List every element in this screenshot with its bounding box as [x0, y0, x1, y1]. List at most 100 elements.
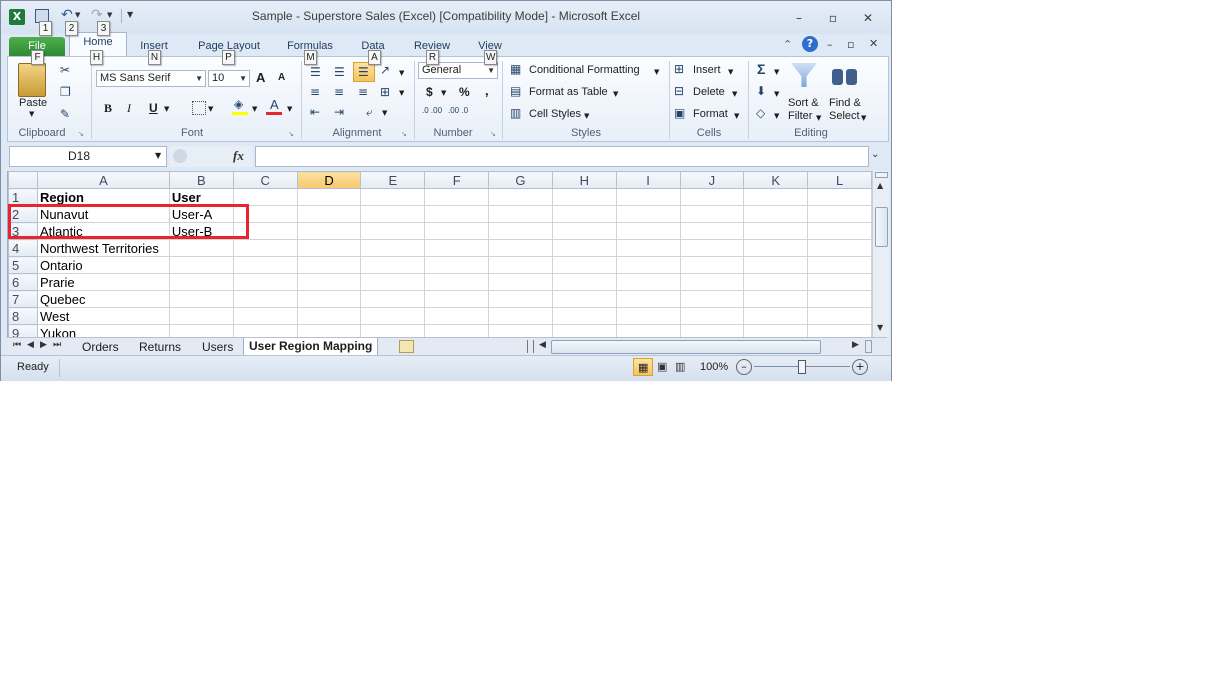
font-color-dropdown-icon[interactable]: ▼: [287, 105, 292, 113]
cell[interactable]: [424, 188, 490, 206]
cell-a1[interactable]: Region: [36, 188, 170, 206]
cell[interactable]: [807, 239, 872, 257]
zoom-out-button[interactable]: –: [736, 359, 752, 375]
underline-dropdown-icon[interactable]: ▼: [164, 105, 169, 113]
decrease-indent-icon[interactable]: ⇤: [310, 105, 320, 119]
cell[interactable]: [296, 239, 362, 257]
doc-minimize-icon[interactable]: –: [827, 38, 833, 51]
conditional-formatting-icon[interactable]: ▦: [510, 62, 521, 76]
align-middle-icon[interactable]: ☰: [334, 65, 345, 79]
orientation-icon[interactable]: ↗: [380, 63, 390, 77]
cell[interactable]: [743, 324, 809, 337]
h-split-box[interactable]: [865, 340, 872, 353]
cell[interactable]: [424, 222, 490, 240]
scroll-down-icon[interactable]: ▼: [877, 323, 883, 332]
cell[interactable]: [807, 307, 872, 325]
cell[interactable]: [551, 239, 617, 257]
bold-button[interactable]: B: [104, 101, 112, 116]
cell[interactable]: [615, 273, 681, 291]
cell-a9[interactable]: Yukon: [36, 324, 170, 337]
cell[interactable]: [488, 205, 553, 223]
cell[interactable]: [424, 307, 490, 325]
insert-sheet-icon[interactable]: [399, 340, 414, 353]
scroll-right-icon[interactable]: ▶: [852, 340, 859, 350]
cell[interactable]: [679, 273, 745, 291]
cell[interactable]: [488, 290, 553, 308]
font-size-combo[interactable]: 10 ▼: [208, 70, 250, 87]
normal-view-button[interactable]: ▦: [633, 358, 653, 376]
sort-filter-label-1[interactable]: Sort &: [788, 97, 819, 109]
number-launcher-icon[interactable]: ↘: [490, 130, 498, 138]
number-format-dropdown-icon[interactable]: ▼: [487, 63, 495, 78]
cell[interactable]: [551, 188, 617, 206]
cell[interactable]: [551, 222, 617, 240]
cell-b9[interactable]: [168, 324, 234, 337]
column-header-j[interactable]: J: [679, 171, 745, 189]
align-right-icon[interactable]: ≡: [358, 85, 368, 99]
font-color-button[interactable]: A: [270, 97, 279, 112]
sort-filter-dropdown-icon[interactable]: ▼: [816, 114, 821, 122]
horizontal-scroll-thumb[interactable]: [551, 340, 821, 354]
cell[interactable]: [360, 324, 426, 337]
cell[interactable]: [679, 324, 745, 337]
currency-dropdown-icon[interactable]: ▼: [441, 89, 446, 97]
cell[interactable]: [551, 256, 617, 274]
conditional-formatting-dropdown-icon[interactable]: ▼: [654, 68, 659, 76]
fill-dropdown-icon[interactable]: ▼: [774, 90, 779, 98]
cell[interactable]: [360, 290, 426, 308]
cell[interactable]: [424, 324, 490, 337]
cell[interactable]: [615, 205, 681, 223]
column-header-g[interactable]: G: [488, 171, 553, 189]
grow-font-button[interactable]: A: [256, 70, 265, 85]
paste-button[interactable]: Paste: [19, 97, 47, 109]
format-as-table-dropdown-icon[interactable]: ▼: [613, 90, 618, 98]
cell[interactable]: [679, 205, 745, 223]
cell[interactable]: [679, 239, 745, 257]
borders-dropdown-icon[interactable]: ▼: [208, 105, 213, 113]
find-select-dropdown-icon[interactable]: ▼: [861, 114, 866, 122]
zoom-in-button[interactable]: +: [852, 359, 868, 375]
cell[interactable]: [232, 307, 298, 325]
tab-split-handle[interactable]: [527, 340, 534, 353]
cell-styles-button[interactable]: Cell Styles: [529, 108, 581, 120]
cell[interactable]: [488, 256, 553, 274]
minimize-button[interactable]: –: [787, 9, 811, 27]
close-button[interactable]: ✕: [856, 9, 880, 27]
row-header[interactable]: 6: [8, 273, 38, 291]
autosum-button[interactable]: Σ: [757, 61, 765, 77]
copy-icon[interactable]: ❐: [60, 85, 71, 99]
cell-styles-icon[interactable]: ▥: [510, 106, 521, 120]
cell[interactable]: [743, 307, 809, 325]
name-box[interactable]: D18: [9, 146, 167, 167]
align-top-icon[interactable]: ☰: [310, 65, 321, 79]
cell[interactable]: [488, 239, 553, 257]
cell[interactable]: [232, 188, 298, 206]
find-select-label-2[interactable]: Select: [829, 110, 860, 122]
cell[interactable]: [232, 239, 298, 257]
cell[interactable]: [743, 188, 809, 206]
delete-cells-dropdown-icon[interactable]: ▼: [732, 90, 737, 98]
cell[interactable]: [424, 205, 490, 223]
first-sheet-icon[interactable]: ⏮: [13, 340, 21, 350]
cell[interactable]: [807, 222, 872, 240]
format-cells-icon[interactable]: ▣: [674, 106, 685, 120]
cell[interactable]: [615, 222, 681, 240]
cell[interactable]: [424, 239, 490, 257]
sheet-tab-orders[interactable]: Orders: [77, 339, 124, 355]
cell[interactable]: [488, 324, 553, 337]
select-all-corner[interactable]: [8, 171, 38, 189]
cell[interactable]: [743, 290, 809, 308]
sheet-tab-users[interactable]: Users: [197, 339, 238, 355]
align-center-icon[interactable]: ≡: [334, 85, 344, 99]
cell-a4[interactable]: Northwest Territories: [36, 239, 170, 257]
row-header[interactable]: 4: [8, 239, 38, 257]
cell[interactable]: [296, 307, 362, 325]
clear-icon[interactable]: ◇: [756, 106, 765, 120]
name-box-dropdown-icon[interactable]: ▼: [155, 151, 161, 160]
cell[interactable]: [360, 205, 426, 223]
cell[interactable]: [232, 273, 298, 291]
cell[interactable]: [360, 256, 426, 274]
italic-button[interactable]: I: [127, 101, 131, 116]
cell[interactable]: [743, 222, 809, 240]
cell[interactable]: [679, 290, 745, 308]
